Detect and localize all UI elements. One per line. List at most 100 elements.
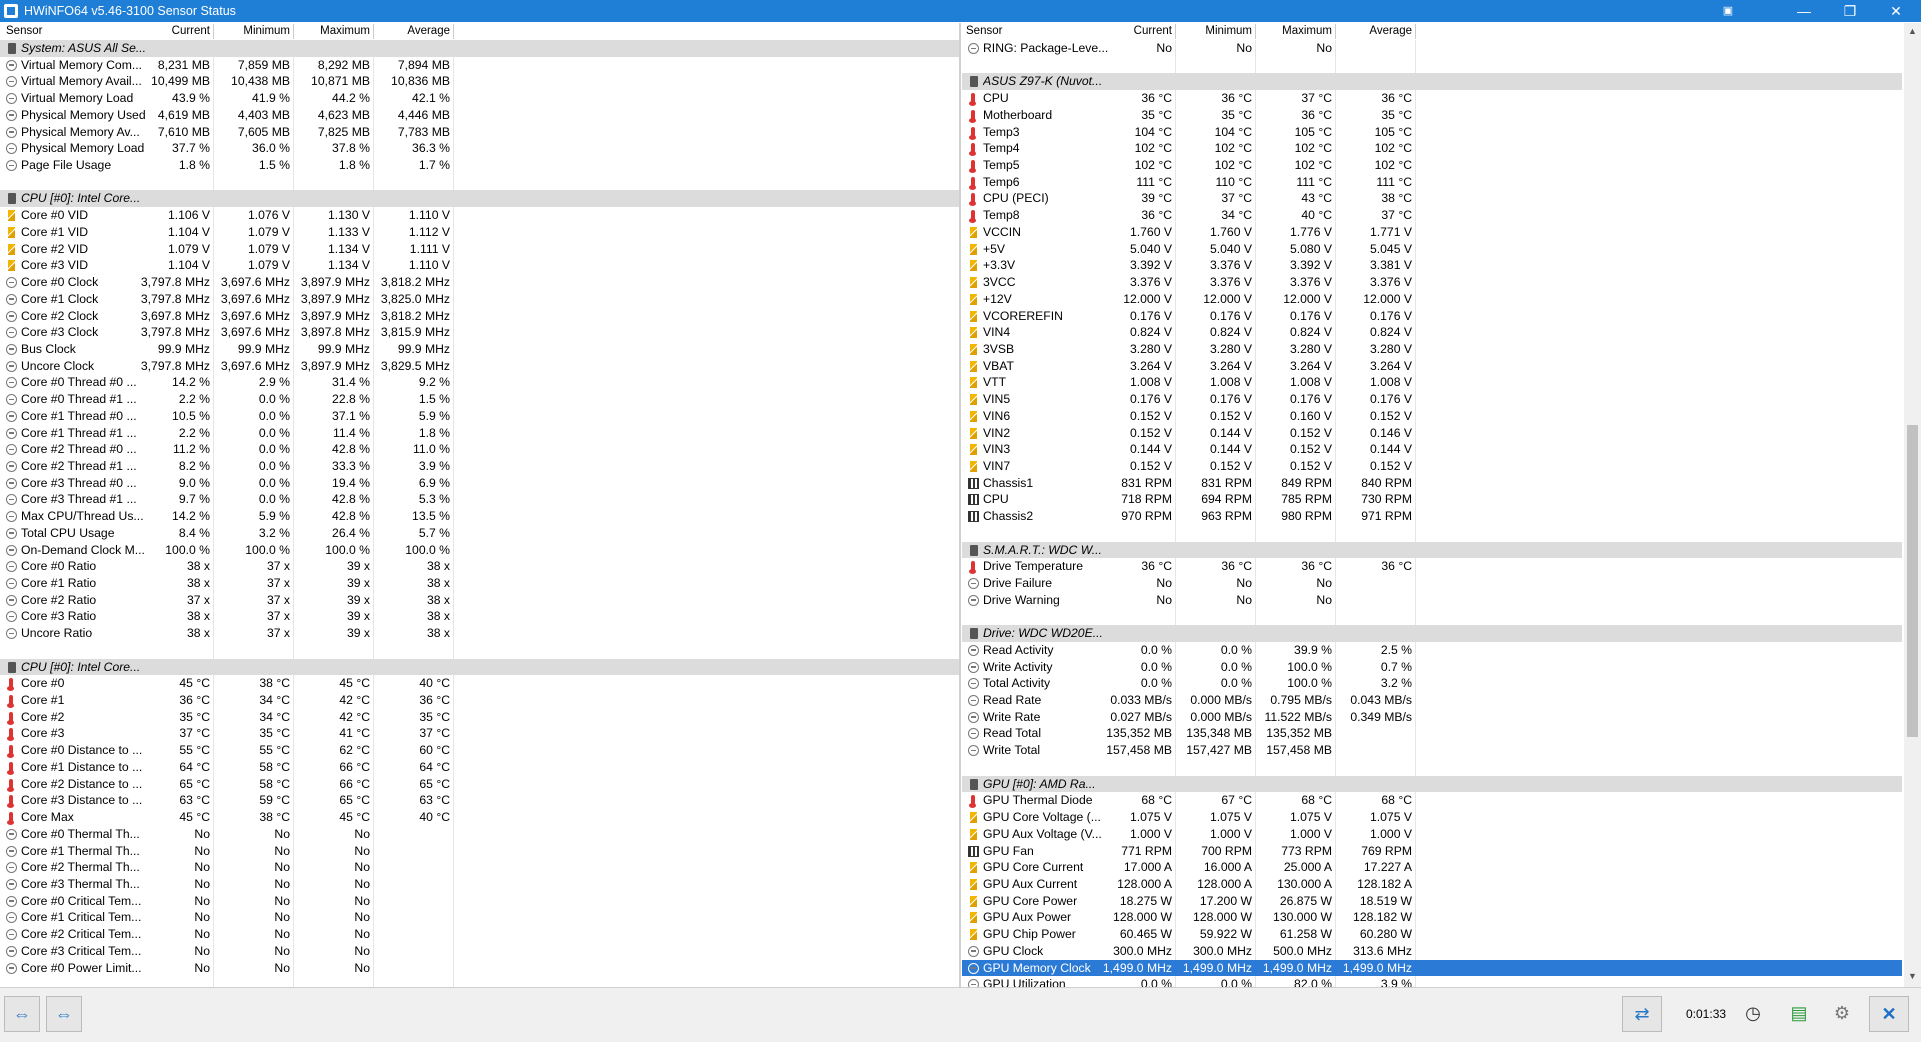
col-average[interactable]: Average — [1332, 25, 1412, 37]
sensor-row-virtual-memory-avail[interactable]: Virtual Memory Avail... 10,499 MB 10,438 M… — [0, 73, 960, 90]
network-icon[interactable]: ⇄ — [1622, 996, 1662, 1032]
sensor-group-header[interactable]: System: ASUS All Se... — [0, 40, 960, 57]
sensor-group-header[interactable]: S.M.A.R.T.: WDC W... — [962, 541, 1902, 559]
sensor-row-gpu-core-power[interactable]: GPU Core Power 18.275 W 17.200 W 26.875 W 18… — [962, 893, 1902, 910]
minimize-button[interactable]: — — [1781, 0, 1827, 22]
col-minimum[interactable]: Minimum — [1172, 25, 1252, 37]
sensor-row-gpu-aux-current[interactable]: GPU Aux Current 128.000 A 128.000 A 130.000… — [962, 876, 1902, 893]
col-minimum[interactable]: Minimum — [210, 25, 290, 37]
sensor-row-gpu-aux-voltage-v[interactable]: GPU Aux Voltage (V... 1.000 V 1.000 V 1.000… — [962, 826, 1902, 843]
close-button[interactable]: ✕ — [1873, 0, 1919, 22]
sensor-row-core-0-vid[interactable]: Core #0 VID 1.106 V 1.076 V 1.130 V 1.110 V — [0, 207, 960, 224]
sensor-row-ring-package-leve[interactable]: RING: Package-Leve... No No No — [962, 40, 1902, 57]
sensor-row-write-rate[interactable]: Write Rate 0.027 MB/s 0.000 MB/s 11.522 MB/… — [962, 709, 1902, 726]
sensor-group-header[interactable]: GPU [#0]: AMD Ra... — [962, 775, 1902, 793]
sensor-row-core-1-thread-1[interactable]: Core #1 Thread #1 ... 2.2 % 0.0 % 11.4 % 1.8… — [0, 425, 960, 442]
sensor-pane-right[interactable]: Sensor Current Minimum Maximum Average R… — [962, 23, 1902, 987]
col-sensor[interactable]: Sensor — [6, 25, 42, 37]
sensor-row-vbat[interactable]: VBAT 3.264 V 3.264 V 3.264 V 3.264 V — [962, 358, 1902, 375]
col-maximum[interactable]: Maximum — [290, 25, 370, 37]
sensor-row-temp4[interactable]: Temp4 102 °C 102 °C 102 °C 102 °C — [962, 140, 1902, 157]
sensor-row-physical-memory-av[interactable]: Physical Memory Av... 7,610 MB 7,605 MB 7,8… — [0, 124, 960, 141]
col-sensor[interactable]: Sensor — [966, 25, 1002, 37]
sensor-row-temp5[interactable]: Temp5 102 °C 102 °C 102 °C 102 °C — [962, 157, 1902, 174]
add-report-icon[interactable]: ▤ — [1779, 996, 1819, 1032]
sensor-row-core-2-thread-0[interactable]: Core #2 Thread #0 ... 11.2 % 0.0 % 42.8 % 11… — [0, 441, 960, 458]
sensor-row-total-activity[interactable]: Total Activity 0.0 % 0.0 % 100.0 % 3.2 % — [962, 675, 1902, 692]
sensor-row-core-2[interactable]: Core #2 35 °C 34 °C 42 °C 35 °C — [0, 709, 960, 726]
sensor-row-core-max[interactable]: Core Max 45 °C 38 °C 45 °C 40 °C — [0, 809, 960, 826]
sensor-row-core-0[interactable]: Core #0 45 °C 38 °C 45 °C 40 °C — [0, 675, 960, 692]
sensor-row-core-2-thermal-th[interactable]: Core #2 Thermal Th... No No No — [0, 859, 960, 876]
close-sensors-button[interactable]: ✕ — [1869, 996, 1909, 1032]
sensor-row-core-1-ratio[interactable]: Core #1 Ratio 38 x 37 x 39 x 38 x — [0, 575, 960, 592]
sensor-row-core-3-ratio[interactable]: Core #3 Ratio 38 x 37 x 39 x 38 x — [0, 608, 960, 625]
sensor-row-core-0-thread-1[interactable]: Core #0 Thread #1 ... 2.2 % 0.0 % 22.8 % 1.5… — [0, 391, 960, 408]
sensor-row-core-0-thermal-th[interactable]: Core #0 Thermal Th... No No No — [0, 826, 960, 843]
col-average[interactable]: Average — [370, 25, 450, 37]
sensor-group-header[interactable]: ASUS Z97-K (Nuvot... — [962, 73, 1902, 91]
sensor-row-vin2[interactable]: VIN2 0.152 V 0.144 V 0.152 V 0.146 V — [962, 425, 1902, 442]
sensor-row-5v[interactable]: +5V 5.040 V 5.040 V 5.080 V 5.045 V — [962, 241, 1902, 258]
sensor-row-read-total[interactable]: Read Total 135,352 MB 135,348 MB 135,352 MB — [962, 725, 1902, 742]
sensor-row-bus-clock[interactable]: Bus Clock 99.9 MHz 99.9 MHz 99.9 MHz 99.9 MH… — [0, 341, 960, 358]
sensor-row-3vcc[interactable]: 3VCC 3.376 V 3.376 V 3.376 V 3.376 V — [962, 274, 1902, 291]
sensor-row-temp3[interactable]: Temp3 104 °C 104 °C 105 °C 105 °C — [962, 124, 1902, 141]
settings-gear-icon[interactable]: ⚙ — [1822, 996, 1862, 1032]
sensor-row-drive-warning[interactable]: Drive Warning No No No — [962, 592, 1902, 609]
sensor-row-gpu-clock[interactable]: GPU Clock 300.0 MHz 300.0 MHz 500.0 MHz 313.… — [962, 943, 1902, 960]
sensor-group-header[interactable]: Drive: WDC WD20E... — [962, 625, 1902, 642]
pane-divider[interactable] — [959, 23, 961, 987]
sensor-row-core-0-ratio[interactable]: Core #0 Ratio 38 x 37 x 39 x 38 x — [0, 558, 960, 575]
sensor-row-core-1-critical-tem[interactable]: Core #1 Critical Tem... No No No — [0, 909, 960, 926]
sensor-row-core-2-ratio[interactable]: Core #2 Ratio 37 x 37 x 39 x 38 x — [0, 592, 960, 609]
sensor-row-core-2-thread-1[interactable]: Core #2 Thread #1 ... 8.2 % 0.0 % 33.3 % 3.9… — [0, 458, 960, 475]
sensor-row-vin6[interactable]: VIN6 0.152 V 0.152 V 0.160 V 0.152 V — [962, 408, 1902, 425]
sensor-row-core-3-thread-1[interactable]: Core #3 Thread #1 ... 9.7 % 0.0 % 42.8 % 5.3… — [0, 491, 960, 508]
sensor-row-virtual-memory-com[interactable]: Virtual Memory Com... 8,231 MB 7,859 MB 8,2… — [0, 57, 960, 74]
sensor-row-vin4[interactable]: VIN4 0.824 V 0.824 V 0.824 V 0.824 V — [962, 324, 1902, 341]
sensor-row-chassis1[interactable]: Chassis1 831 RPM 831 RPM 849 RPM 840 RPM — [962, 475, 1902, 492]
sensor-row-vin3[interactable]: VIN3 0.144 V 0.144 V 0.152 V 0.144 V — [962, 441, 1902, 458]
sensor-row-vin7[interactable]: VIN7 0.152 V 0.152 V 0.152 V 0.152 V — [962, 458, 1902, 475]
sensor-row-3vsb[interactable]: 3VSB 3.280 V 3.280 V 3.280 V 3.280 V — [962, 341, 1902, 358]
col-maximum[interactable]: Maximum — [1252, 25, 1332, 37]
scroll-thumb[interactable] — [1907, 425, 1918, 737]
sensor-row-core-1-clock[interactable]: Core #1 Clock 3,797.8 MHz 3,697.6 MHz 3,897… — [0, 291, 960, 308]
sensor-row-uncore-ratio[interactable]: Uncore Ratio 38 x 37 x 39 x 38 x — [0, 625, 960, 642]
sensor-row-12v[interactable]: +12V 12.000 V 12.000 V 12.000 V 12.000 V — [962, 291, 1902, 308]
sensor-row-core-1-vid[interactable]: Core #1 VID 1.104 V 1.079 V 1.133 V 1.112 V — [0, 224, 960, 241]
navigate-left-button[interactable]: ⇔ — [4, 996, 40, 1032]
sensor-row-core-2-clock[interactable]: Core #2 Clock 3,697.8 MHz 3,697.6 MHz 3,897… — [0, 308, 960, 325]
sensor-row-temp6[interactable]: Temp6 111 °C 110 °C 111 °C 111 °C — [962, 174, 1902, 191]
sensor-row-core-3[interactable]: Core #3 37 °C 35 °C 41 °C 37 °C — [0, 725, 960, 742]
maximize-button[interactable]: ❐ — [1827, 0, 1873, 22]
sensor-row-core-1[interactable]: Core #1 36 °C 34 °C 42 °C 36 °C — [0, 692, 960, 709]
sensor-row-vin5[interactable]: VIN5 0.176 V 0.176 V 0.176 V 0.176 V — [962, 391, 1902, 408]
sensor-row-on-demand-clock-m[interactable]: On-Demand Clock M... 100.0 % 100.0 % 100.0 … — [0, 542, 960, 559]
sensor-row-virtual-memory-load[interactable]: Virtual Memory Load 43.9 % 41.9 % 44.2 % 42.… — [0, 90, 960, 107]
sensor-row-read-rate[interactable]: Read Rate 0.033 MB/s 0.000 MB/s 0.795 MB/s 0… — [962, 692, 1902, 709]
sensor-row-core-1-distance-to[interactable]: Core #1 Distance to ... 64 °C 58 °C 66 °C 64… — [0, 759, 960, 776]
sensor-row-core-0-clock[interactable]: Core #0 Clock 3,797.8 MHz 3,697.6 MHz 3,897… — [0, 274, 960, 291]
sensor-row-gpu-core-current[interactable]: GPU Core Current 17.000 A 16.000 A 25.000 A… — [962, 859, 1902, 876]
col-current[interactable]: Current — [130, 25, 210, 37]
sensor-row-core-1-thermal-th[interactable]: Core #1 Thermal Th... No No No — [0, 843, 960, 860]
sensor-row-read-activity[interactable]: Read Activity 0.0 % 0.0 % 39.9 % 2.5 % — [962, 642, 1902, 659]
sensor-list[interactable]: System: ASUS All Se... Virtual Memory Com… — [0, 40, 960, 976]
sensor-row-core-3-thread-0[interactable]: Core #3 Thread #0 ... 9.0 % 0.0 % 19.4 % 6.9… — [0, 475, 960, 492]
sensor-row-core-0-thread-0[interactable]: Core #0 Thread #0 ... 14.2 % 2.9 % 31.4 % 9.… — [0, 374, 960, 391]
sensor-row-cpu[interactable]: CPU 36 °C 36 °C 37 °C 36 °C — [962, 90, 1902, 107]
sensor-row-gpu-aux-power[interactable]: GPU Aux Power 128.000 W 128.000 W 130.000 W… — [962, 909, 1902, 926]
sensor-row-core-0-distance-to[interactable]: Core #0 Distance to ... 55 °C 55 °C 62 °C 60… — [0, 742, 960, 759]
sensor-row-gpu-utilization[interactable]: GPU Utilization 0.0 % 0.0 % 82.0 % 3.9 % — [962, 976, 1902, 987]
sensor-row-core-3-clock[interactable]: Core #3 Clock 3,797.8 MHz 3,697.6 MHz 3,897… — [0, 324, 960, 341]
sensor-row-core-2-vid[interactable]: Core #2 VID 1.079 V 1.079 V 1.134 V 1.111 V — [0, 241, 960, 258]
sensor-row-drive-temperature[interactable]: Drive Temperature 36 °C 36 °C 36 °C 36 °C — [962, 558, 1902, 575]
sensor-row-core-0-power-limit[interactable]: Core #0 Power Limit... No No No — [0, 960, 960, 977]
sensor-row-core-2-critical-tem[interactable]: Core #2 Critical Tem... No No No — [0, 926, 960, 943]
sensor-row-total-cpu-usage[interactable]: Total CPU Usage 8.4 % 3.2 % 26.4 % 5.7 % — [0, 525, 960, 542]
sensor-pane-left[interactable]: Sensor Current Minimum Maximum Average S… — [0, 23, 960, 987]
sensor-list[interactable]: RING: Package-Leve... No No No ASUS Z97-K (N… — [962, 40, 1902, 987]
sensor-row-gpu-memory-clock[interactable]: GPU Memory Clock 1,499.0 MHz 1,499.0 MHz 1,… — [962, 959, 1902, 977]
